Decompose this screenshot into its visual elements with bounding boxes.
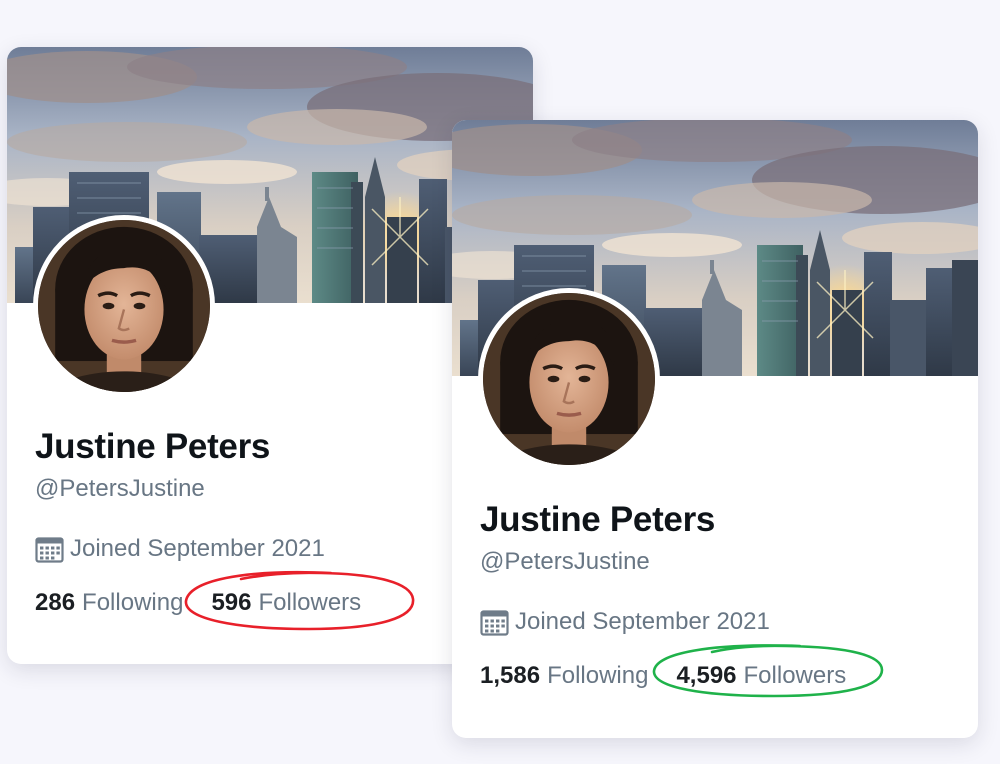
following-count: 1,586	[480, 662, 541, 689]
following-link[interactable]: 1,586 Following	[480, 662, 648, 690]
followers-label: Followers	[743, 662, 847, 689]
calendar-icon	[35, 536, 64, 563]
username-handle[interactable]: @PetersJustine	[480, 548, 650, 576]
following-count: 286	[35, 589, 76, 616]
joined-date-row: Joined September 2021	[35, 535, 325, 563]
following-link[interactable]: 286 Following	[35, 589, 183, 617]
followers-link[interactable]: 4,596 Followers	[653, 644, 884, 698]
joined-date-text: Joined September 2021	[515, 608, 770, 635]
followers-link[interactable]: 596 Followers	[185, 570, 415, 631]
followers-count: 596	[211, 589, 252, 616]
username-handle[interactable]: @PetersJustine	[35, 475, 205, 503]
display-name: Justine Peters	[35, 427, 271, 466]
following-label: Following	[547, 662, 649, 689]
follow-stats: 1,586 Following 4,596 Followers	[480, 644, 884, 698]
followers-label: Followers	[258, 589, 362, 616]
joined-date-text: Joined September 2021	[70, 535, 325, 562]
avatar[interactable]	[478, 288, 660, 470]
avatar[interactable]	[33, 215, 215, 397]
joined-date-row: Joined September 2021	[480, 608, 770, 636]
followers-count: 4,596	[676, 662, 737, 689]
profile-card-after: Justine Peters @PetersJustine Joined Sep…	[452, 120, 978, 738]
calendar-icon	[480, 609, 509, 636]
display-name: Justine Peters	[480, 500, 716, 539]
following-label: Following	[82, 589, 184, 616]
follow-stats: 286 Following 596 Followers	[35, 570, 415, 631]
